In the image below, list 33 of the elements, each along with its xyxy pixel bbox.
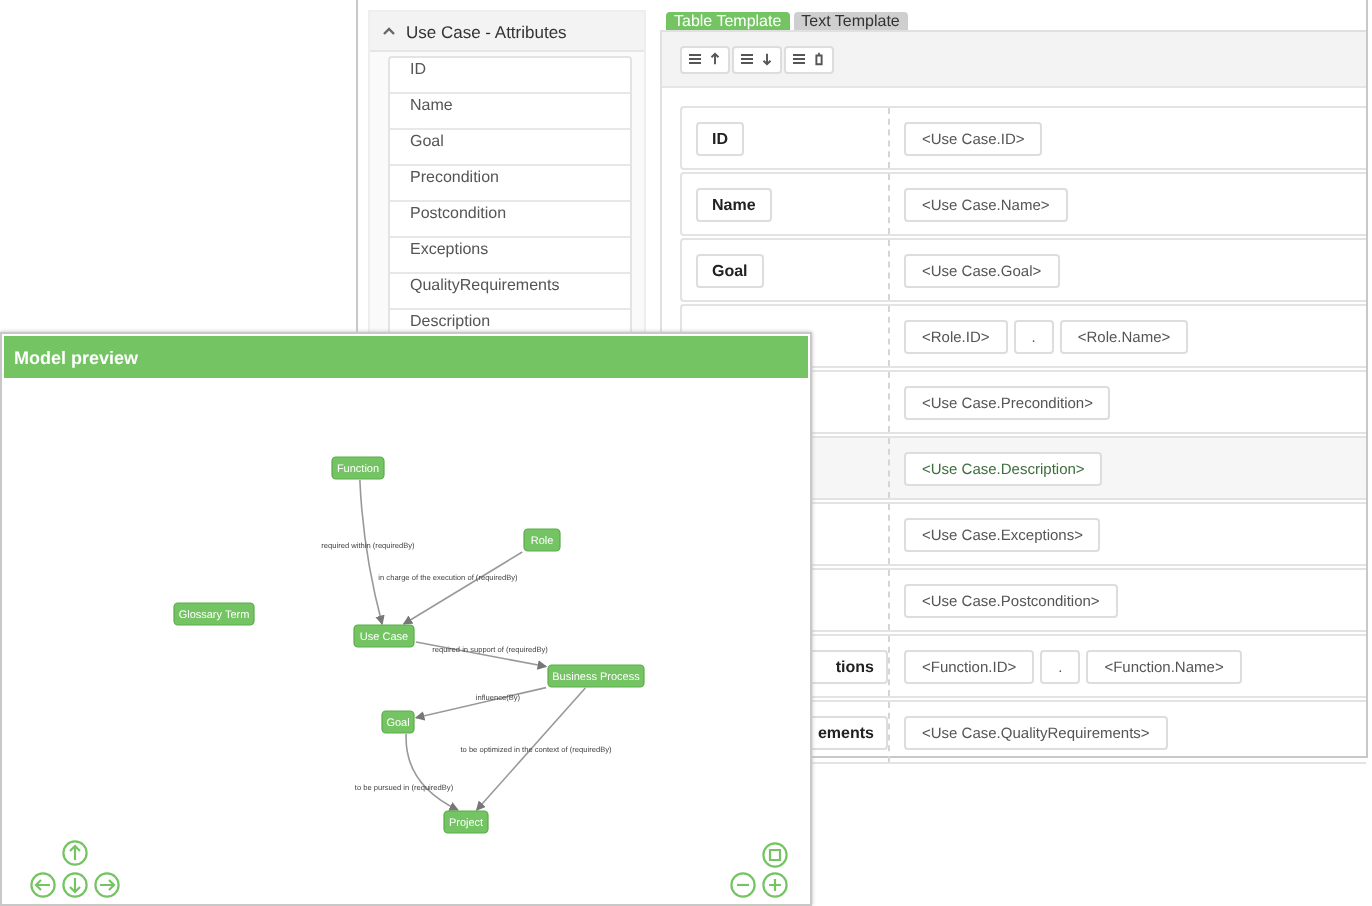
panel-header[interactable]: Use Case - Attributes [370, 12, 644, 52]
edge-arrow [405, 733, 459, 811]
edge-arrow [415, 641, 548, 670]
attribute-item[interactable]: Name [390, 94, 630, 130]
attribute-item[interactable]: ID [390, 58, 630, 94]
fit-view-icon[interactable] [762, 842, 788, 868]
row-label: Goal [696, 253, 764, 287]
trash-icon [812, 52, 826, 66]
toolbar-button[interactable] [680, 45, 730, 73]
pan-right-icon[interactable] [94, 872, 120, 898]
lines-icon [792, 52, 806, 66]
row-label: Name [696, 187, 772, 221]
attribute-item[interactable]: Goal [390, 130, 630, 166]
caret-up-icon [382, 26, 396, 36]
toolbar-button[interactable] [784, 45, 834, 73]
attribute-item[interactable]: Postcondition [390, 202, 630, 238]
attribute-item[interactable]: QualityRequirements [390, 274, 630, 310]
row-label: ID [696, 121, 744, 155]
lines-icon [740, 52, 754, 66]
window-title: Model preview [14, 347, 139, 367]
panel-title: Use Case - Attributes [406, 21, 567, 41]
zoom-in-icon[interactable] [762, 872, 788, 898]
tab[interactable]: Text Template [793, 12, 908, 30]
arrow-up-icon [708, 52, 722, 66]
pan-up-icon[interactable] [62, 840, 88, 866]
lines-icon [688, 52, 702, 66]
arrow-down-icon [760, 52, 774, 66]
attribute-item[interactable]: Precondition [390, 166, 630, 202]
pan-left-icon[interactable] [30, 872, 56, 898]
zoom-out-icon[interactable] [730, 872, 756, 898]
pan-down-icon[interactable] [62, 872, 88, 898]
toolbar-button[interactable] [732, 45, 782, 73]
attribute-item[interactable]: Exceptions [390, 238, 630, 274]
